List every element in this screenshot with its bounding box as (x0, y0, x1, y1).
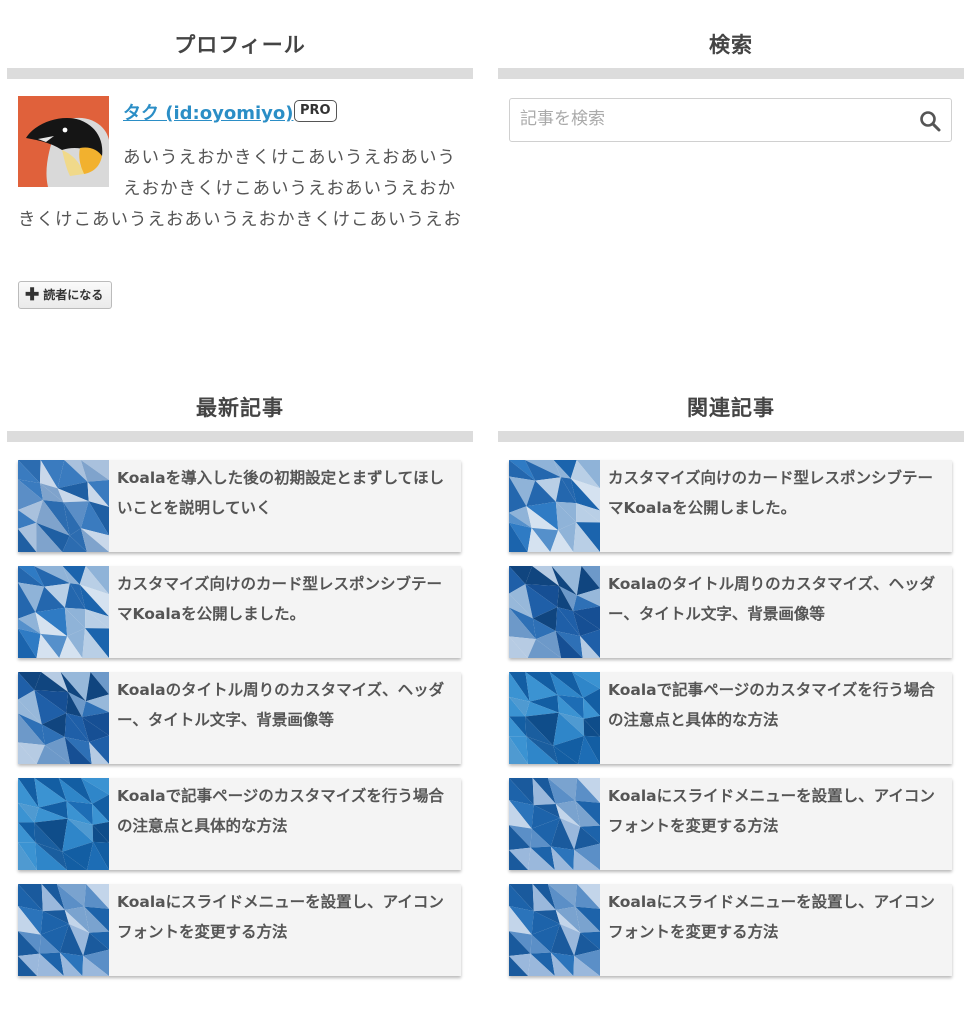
article-thumbnail[interactable] (509, 884, 600, 976)
follow-button-label: 読者になる (43, 288, 104, 302)
article-card[interactable]: カスタマイズ向けのカード型レスポンシブテーマKoalaを公開しました。 (509, 460, 952, 552)
article-thumbnail[interactable] (18, 778, 109, 870)
article-title[interactable]: Koalaにスライドメニューを設置し、アイコンフォントを変更する方法 (117, 887, 457, 947)
article-thumbnail[interactable] (18, 460, 109, 552)
profile-widget-title: プロフィール (174, 33, 306, 57)
article-title[interactable]: カスタマイズ向けのカード型レスポンシブテーマKoalaを公開しました。 (117, 569, 457, 629)
profile-widget: プロフィール タク (id:oyomiyo) PRO あいうえおかきくけこあいう… (7, 22, 473, 329)
search-box (509, 98, 952, 142)
search-widget: 検索 (498, 22, 964, 142)
article-title[interactable]: Koalaにスライドメニューを設置し、アイコンフォントを変更する方法 (608, 781, 948, 841)
title-underline (7, 68, 473, 79)
article-card[interactable]: Koalaで記事ページのカスタマイズを行う場合の注意点と具体的な方法 (509, 672, 952, 764)
latest-articles-title: 最新記事 (196, 396, 284, 420)
profile-description: あいうえおかきくけこあいうえおあいうえおかきくけこあいうえおあいうえおかきくけこ… (18, 148, 462, 230)
related-articles-title: 関連記事 (687, 396, 775, 420)
article-card[interactable]: Koalaを導入した後の初期設定とまずしてほしいことを説明していく (18, 460, 461, 552)
article-title[interactable]: Koalaで記事ページのカスタマイズを行う場合の注意点と具体的な方法 (117, 781, 457, 841)
related-articles-widget: 関連記事 カスタマイズ向けのカード型レスポンシブテーマKoalaを公開しました。… (498, 385, 964, 976)
article-card[interactable]: カスタマイズ向けのカード型レスポンシブテーマKoalaを公開しました。 (18, 566, 461, 658)
title-underline (498, 431, 964, 442)
article-title[interactable]: Koalaを導入した後の初期設定とまずしてほしいことを説明していく (117, 463, 457, 523)
latest-articles-widget: 最新記事 Koalaを導入した後の初期設定とまずしてほしいことを説明していく カ… (7, 385, 473, 976)
article-card[interactable]: Koalaにスライドメニューを設置し、アイコンフォントを変更する方法 (509, 778, 952, 870)
title-underline (498, 68, 964, 79)
article-thumbnail[interactable] (509, 778, 600, 870)
search-icon[interactable] (919, 110, 941, 132)
article-thumbnail[interactable] (18, 566, 109, 658)
search-widget-title: 検索 (709, 33, 753, 57)
title-underline (7, 431, 473, 442)
article-thumbnail[interactable] (18, 884, 109, 976)
article-title[interactable]: Koalaのタイトル周りのカスタマイズ、ヘッダー、タイトル文字、背景画像等 (117, 675, 457, 735)
profile-name-link[interactable]: タク (id:oyomiyo) (123, 99, 293, 125)
article-title[interactable]: Koalaにスライドメニューを設置し、アイコンフォントを変更する方法 (608, 887, 948, 947)
article-title[interactable]: カスタマイズ向けのカード型レスポンシブテーマKoalaを公開しました。 (608, 463, 948, 523)
article-thumbnail[interactable] (509, 460, 600, 552)
article-thumbnail[interactable] (18, 672, 109, 764)
article-thumbnail[interactable] (509, 566, 600, 658)
article-card[interactable]: Koalaで記事ページのカスタマイズを行う場合の注意点と具体的な方法 (18, 778, 461, 870)
article-title[interactable]: Koalaで記事ページのカスタマイズを行う場合の注意点と具体的な方法 (608, 675, 948, 735)
article-thumbnail[interactable] (509, 672, 600, 764)
article-card[interactable]: Koalaにスライドメニューを設置し、アイコンフォントを変更する方法 (509, 884, 952, 976)
article-card[interactable]: Koalaにスライドメニューを設置し、アイコンフォントを変更する方法 (18, 884, 461, 976)
article-card[interactable]: Koalaのタイトル周りのカスタマイズ、ヘッダー、タイトル文字、背景画像等 (509, 566, 952, 658)
follow-button[interactable]: ✚ 読者になる (18, 281, 113, 309)
search-input[interactable] (510, 99, 900, 139)
article-title[interactable]: Koalaのタイトル周りのカスタマイズ、ヘッダー、タイトル文字、背景画像等 (608, 569, 948, 629)
plus-icon: ✚ (25, 285, 40, 304)
pro-badge: PRO (294, 100, 337, 122)
article-card[interactable]: Koalaのタイトル周りのカスタマイズ、ヘッダー、タイトル文字、背景画像等 (18, 672, 461, 764)
